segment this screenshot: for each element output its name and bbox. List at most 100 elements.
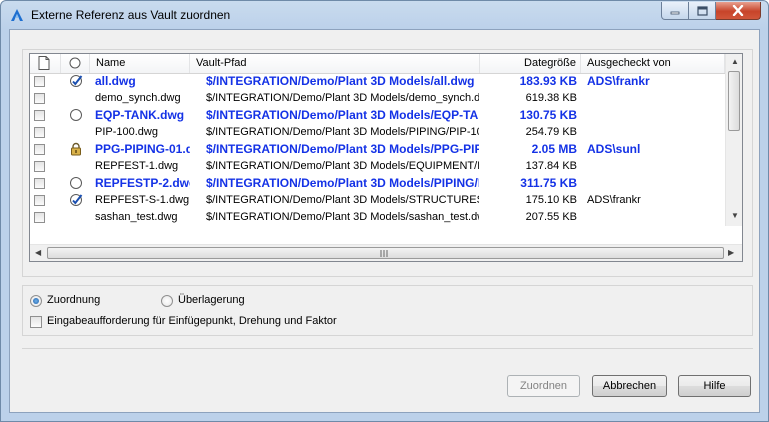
available-icon [69,108,83,122]
dialog-client-area: Name Vault-Pfad Dategröße Ausgecheckt vo… [9,29,760,413]
table-row[interactable]: REPFEST-1.dwg $/INTEGRATION/Demo/Plant 3D… [30,158,742,175]
row-checked-out: ADS\frankr [587,74,650,88]
radio-attach-label[interactable]: Zuordnung [47,294,100,306]
table-row[interactable]: REPFEST-S-1.dwg $/INTEGRATION/Demo/Plant … [30,192,742,209]
scroll-up-icon[interactable]: ▲ [731,58,739,66]
dialog-window: Externe Referenz aus Vault zuordnen Name [0,0,769,422]
row-checked-out [587,124,725,141]
column-header-checked-out[interactable]: Ausgecheckt von [581,54,725,73]
row-checked-out: ADS\sunl [587,142,641,156]
close-button[interactable] [716,2,761,20]
column-header-size[interactable]: Dategröße [480,54,581,73]
row-name: REPFEST-1.dwg [95,160,179,172]
document-icon [38,56,50,70]
scroll-down-icon[interactable]: ▼ [731,212,739,220]
row-checkbox[interactable] [34,144,45,155]
row-path: $/INTEGRATION/Demo/Plant 3D Models/EQUIP… [206,160,479,172]
minimize-icon [670,11,680,14]
insert-options-group: Zuordnung Überlagerung Eingabeaufforderu… [22,285,753,336]
horizontal-scrollbar[interactable]: ◀ ▶ [30,244,742,261]
table-row[interactable]: REPFESTP-2.dwg $/INTEGRATION/Demo/Plant 3… [30,175,742,192]
row-path: $/INTEGRATION/Demo/Plant 3D Models/PIPIN… [206,126,479,138]
row-checked-out: ADS\frankr [587,194,641,206]
table-row[interactable]: PIP-100.dwg $/INTEGRATION/Demo/Plant 3D M… [30,124,742,141]
vertical-scroll-thumb[interactable] [728,71,740,131]
row-path: $/INTEGRATION/Demo/Plant 3D Models/STRUC… [206,194,479,206]
autocad-app-icon [11,9,23,21]
table-row[interactable]: all.dwg $/INTEGRATION/Demo/Plant 3D Model… [30,73,742,90]
row-size: 619.38 KB [525,92,577,104]
help-button[interactable]: Hilfe [678,375,751,397]
row-size: 137.84 KB [525,160,577,172]
file-list-group: Name Vault-Pfad Dategröße Ausgecheckt vo… [22,49,753,277]
column-header-path[interactable]: Vault-Pfad [190,54,480,73]
row-path: $/INTEGRATION/Demo/Plant 3D Models/PPG-P… [206,142,479,156]
row-checkbox[interactable] [34,161,45,172]
row-size: 254.79 KB [525,126,577,138]
row-size: 2.05 MB [531,142,577,156]
checked-out-icon [69,193,83,207]
separator-line [22,348,753,349]
row-name: PIP-100.dwg [95,126,158,138]
cancel-button[interactable]: Abbrechen [592,375,667,397]
title-bar[interactable]: Externe Referenz aus Vault zuordnen [1,1,768,29]
row-checked-out [587,175,725,192]
row-size: 311.75 KB [520,176,577,190]
file-list[interactable]: Name Vault-Pfad Dategröße Ausgecheckt vo… [29,53,743,262]
row-checked-out [587,107,725,124]
row-path: $/INTEGRATION/Demo/Plant 3D Models/EQP-T… [206,108,479,122]
table-row[interactable]: EQP-TANK.dwg $/INTEGRATION/Demo/Plant 3D … [30,107,742,124]
grip-icon [380,250,388,257]
column-header-name[interactable]: Name [90,54,190,73]
row-checkbox[interactable] [34,178,45,189]
checked-out-icon [69,74,83,88]
table-row[interactable]: sashan_test.dwg $/INTEGRATION/Demo/Plant … [30,209,742,226]
row-path: $/INTEGRATION/Demo/Plant 3D Models/PIPIN… [206,176,479,190]
column-header-state[interactable] [61,54,90,73]
minimize-button[interactable] [661,2,689,20]
row-checked-out [587,90,725,107]
row-checkbox[interactable] [34,110,45,121]
list-rows: all.dwg $/INTEGRATION/Demo/Plant 3D Model… [30,73,742,226]
row-checkbox[interactable] [34,93,45,104]
lock-icon [69,142,83,156]
column-header-check[interactable] [30,54,61,73]
row-size: 130.75 KB [519,108,577,122]
row-path: $/INTEGRATION/Demo/Plant 3D Models/all.d… [206,74,475,88]
horizontal-scroll-thumb[interactable] [47,247,724,259]
row-name: REPFEST-S-1.dwg [95,194,190,206]
radio-attach[interactable] [30,295,42,307]
row-checkbox[interactable] [34,212,45,223]
scroll-right-icon[interactable]: ▶ [728,249,734,257]
close-icon [732,5,744,16]
state-circle-icon [69,57,81,69]
available-icon [69,176,83,190]
table-row[interactable]: demo_synch.dwg $/INTEGRATION/Demo/Plant 3… [30,90,742,107]
row-checkbox[interactable] [34,195,45,206]
row-size: 207.55 KB [525,211,577,223]
scroll-left-icon[interactable]: ◀ [35,249,41,257]
row-checkbox[interactable] [34,127,45,138]
row-name: EQP-TANK.dwg [95,108,185,122]
table-row[interactable]: PPG-PIPING-01.dwg $/INTEGRATION/Demo/Plan… [30,141,742,158]
row-name: sashan_test.dwg [95,211,178,223]
prompt-checkbox-label[interactable]: Eingabeaufforderung für Einfügepunkt, Dr… [47,315,337,327]
maximize-button[interactable] [689,2,716,20]
row-checked-out [587,158,725,175]
prompt-checkbox[interactable] [30,316,42,328]
row-name: all.dwg [95,74,136,88]
radio-overlay-label[interactable]: Überlagerung [178,294,245,306]
row-path: $/INTEGRATION/Demo/Plant 3D Models/demo_… [206,92,479,104]
row-checked-out [587,209,725,226]
row-name: REPFESTP-2.dwg [95,176,190,190]
attach-button[interactable]: Zuordnen [507,375,580,397]
list-header: Name Vault-Pfad Dategröße Ausgecheckt vo… [30,54,742,74]
row-name: demo_synch.dwg [95,92,181,104]
row-path: $/INTEGRATION/Demo/Plant 3D Models/sasha… [206,211,479,223]
radio-overlay[interactable] [161,295,173,307]
vertical-scrollbar[interactable]: ▲ ▼ [725,54,742,226]
window-title: Externe Referenz aus Vault zuordnen [31,8,231,22]
row-size: 183.93 KB [519,74,577,88]
row-checkbox[interactable] [34,76,45,87]
row-name: PPG-PIPING-01.dwg [95,142,190,156]
